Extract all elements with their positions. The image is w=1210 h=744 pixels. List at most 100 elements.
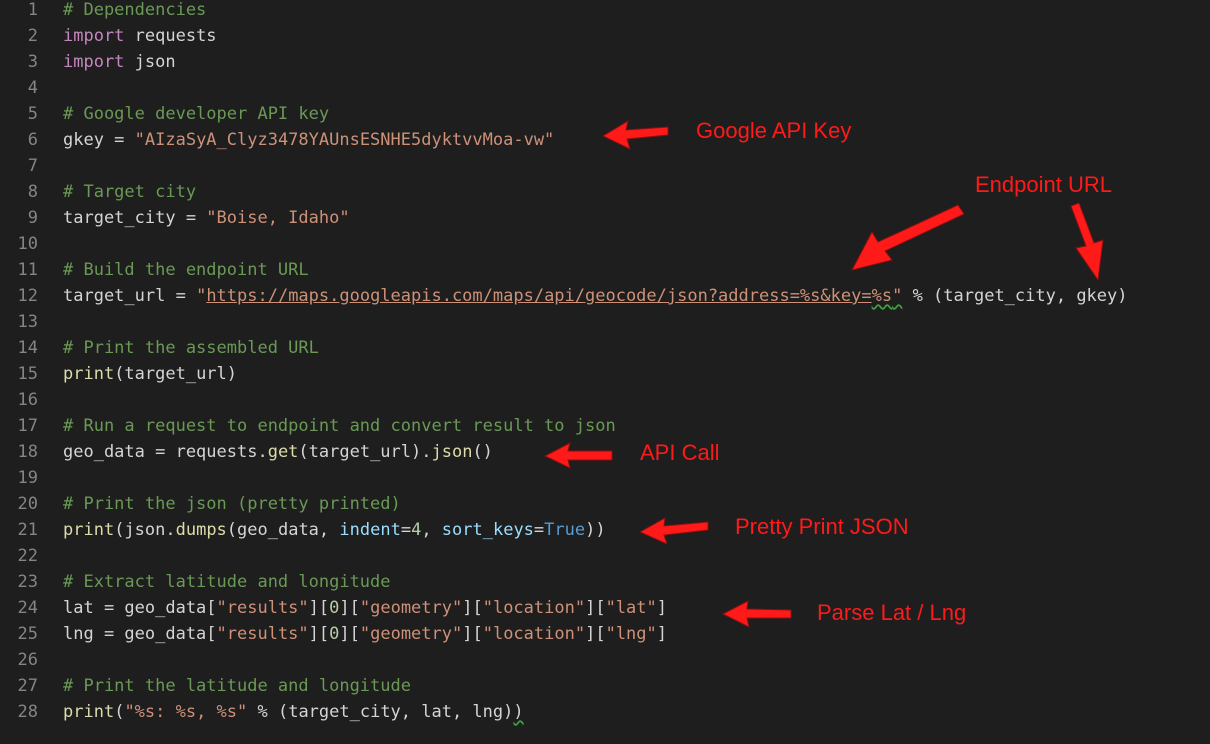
code-token: , [421, 520, 442, 540]
code-token: " [892, 286, 903, 306]
code-token: "Boise, Idaho" [206, 208, 350, 228]
code-line[interactable]: 7 [0, 153, 1210, 179]
code-token: # Print the assembled URL [63, 338, 319, 358]
code-text[interactable]: lng = geo_data["results"][0]["geometry"]… [63, 621, 667, 647]
code-line[interactable]: 3 import json [0, 49, 1210, 75]
line-number: 20 [17, 494, 38, 514]
code-text[interactable]: print("%s: %s, %s" % (target_city, lat, … [63, 699, 524, 725]
code-token: = [533, 520, 545, 540]
code-text[interactable]: lat = geo_data["results"][0]["geometry"]… [63, 595, 667, 621]
code-line[interactable]: 5 # Google developer API key [0, 101, 1210, 127]
code-text[interactable]: # Extract latitude and longitude [63, 569, 391, 595]
line-number: 14 [17, 338, 38, 358]
line-number: 13 [17, 312, 38, 332]
code-text[interactable]: # Print the json (pretty printed) [63, 491, 401, 517]
code-token: # Build the endpoint URL [63, 260, 309, 280]
code-line[interactable]: 23 # Extract latitude and longitude [0, 569, 1210, 595]
code-token: # Dependencies [63, 0, 207, 20]
code-line[interactable]: 21 print(json.dumps(geo_data, indent=4, s… [0, 517, 1210, 543]
code-line[interactable]: 28 print("%s: %s, %s" % (target_city, lat… [0, 699, 1210, 725]
code-line[interactable]: 8 # Target city [0, 179, 1210, 205]
code-line[interactable]: 6 gkey = "AIzaSyA_Clyz3478YAUnsESNHE5dykt… [0, 127, 1210, 153]
code-line[interactable]: 4 [0, 75, 1210, 101]
code-line[interactable]: 16 [0, 387, 1210, 413]
code-line[interactable]: 18 geo_data = requests.get(target_url).js… [0, 439, 1210, 465]
line-number: 17 [17, 416, 38, 436]
code-token: ][ [462, 598, 483, 618]
code-line[interactable]: 2 import requests [0, 23, 1210, 49]
code-text[interactable]: # Target city [63, 179, 196, 205]
code-text[interactable]: gkey = "AIzaSyA_Clyz3478YAUnsESNHE5dyktv… [63, 127, 554, 153]
code-token: "lng" [605, 624, 657, 644]
code-text[interactable]: target_url = "https://maps.googleapis.co… [63, 283, 1128, 309]
line-number: 6 [27, 130, 38, 150]
code-line[interactable]: 13 [0, 309, 1210, 335]
line-number: 8 [27, 182, 38, 202]
code-text[interactable]: print(target_url) [63, 361, 237, 387]
line-number: 23 [17, 572, 38, 592]
code-token: (json. [114, 520, 176, 540]
code-token: = [400, 520, 412, 540]
code-token: ] [656, 598, 667, 618]
code-token: sort_keys [441, 520, 534, 540]
line-number: 21 [17, 520, 38, 540]
code-text[interactable]: geo_data = requests.get(target_url).json… [63, 439, 493, 465]
code-token: indent [339, 520, 401, 540]
line-number: 5 [27, 104, 38, 124]
code-line[interactable]: 10 [0, 231, 1210, 257]
line-number: 15 [17, 364, 38, 384]
code-token: "results" [216, 598, 309, 618]
code-token: # Print the json (pretty printed) [63, 494, 401, 514]
code-token: # Print the latitude and longitude [63, 676, 411, 696]
code-text[interactable]: import json [63, 49, 176, 75]
code-text[interactable]: # Print the assembled URL [63, 335, 319, 361]
code-token: json [431, 442, 473, 462]
code-line[interactable]: 1 # Dependencies [0, 0, 1210, 23]
code-token: () [472, 442, 493, 462]
code-line[interactable]: 27 # Print the latitude and longitude [0, 673, 1210, 699]
line-number: 3 [27, 52, 38, 72]
code-line[interactable]: 26 [0, 647, 1210, 673]
code-token: "geometry" [359, 598, 463, 618]
code-token: % (target_city, lat, lng) [247, 702, 514, 722]
code-text[interactable]: import requests [63, 23, 217, 49]
code-editor[interactable]: 1 # Dependencies 2 import requests 3 import j… [0, 0, 1210, 744]
code-token: geo_data = requests. [63, 442, 268, 462]
code-line[interactable]: 17 # Run a request to endpoint and conver… [0, 413, 1210, 439]
code-token: gkey = [63, 130, 135, 150]
code-token: print [63, 364, 115, 384]
code-token: target_city = [63, 208, 207, 228]
code-token: lat = geo_data[ [63, 598, 217, 618]
code-line[interactable]: 22 [0, 543, 1210, 569]
code-line[interactable]: 19 [0, 465, 1210, 491]
code-text[interactable]: # Build the endpoint URL [63, 257, 309, 283]
code-token: ][ [308, 598, 330, 618]
code-line[interactable]: 24 lat = geo_data["results"][0]["geometry… [0, 595, 1210, 621]
code-token: ][ [585, 624, 606, 644]
code-token: ][ [339, 598, 360, 618]
code-token: "location" [482, 598, 586, 618]
code-text[interactable]: # Print the latitude and longitude [63, 673, 411, 699]
code-token: print [63, 702, 115, 722]
line-number: 26 [17, 650, 38, 670]
code-text[interactable]: target_city = "Boise, Idaho" [63, 205, 350, 231]
code-token: % (target_city, gkey) [902, 286, 1128, 306]
code-line[interactable]: 14 # Print the assembled URL [0, 335, 1210, 361]
code-token: import [63, 52, 125, 72]
line-number: 11 [17, 260, 38, 280]
line-number: 18 [17, 442, 38, 462]
code-line[interactable]: 15 print(target_url) [0, 361, 1210, 387]
code-token: "location" [482, 624, 586, 644]
code-text[interactable]: # Run a request to endpoint and convert … [63, 413, 616, 439]
code-line[interactable]: 9 target_city = "Boise, Idaho" [0, 205, 1210, 231]
code-line[interactable]: 11 # Build the endpoint URL [0, 257, 1210, 283]
code-text[interactable]: print(json.dumps(geo_data, indent=4, sor… [63, 517, 606, 543]
code-text[interactable]: # Google developer API key [63, 101, 329, 127]
code-token: ][ [585, 598, 606, 618]
code-line[interactable]: 20 # Print the json (pretty printed) [0, 491, 1210, 517]
code-line[interactable]: 12 target_url = "https://maps.googleapis.… [0, 283, 1210, 309]
code-token: ][ [308, 624, 330, 644]
code-token: True [544, 520, 586, 540]
code-text[interactable]: # Dependencies [63, 0, 206, 23]
code-line[interactable]: 25 lng = geo_data["results"][0]["geometry… [0, 621, 1210, 647]
